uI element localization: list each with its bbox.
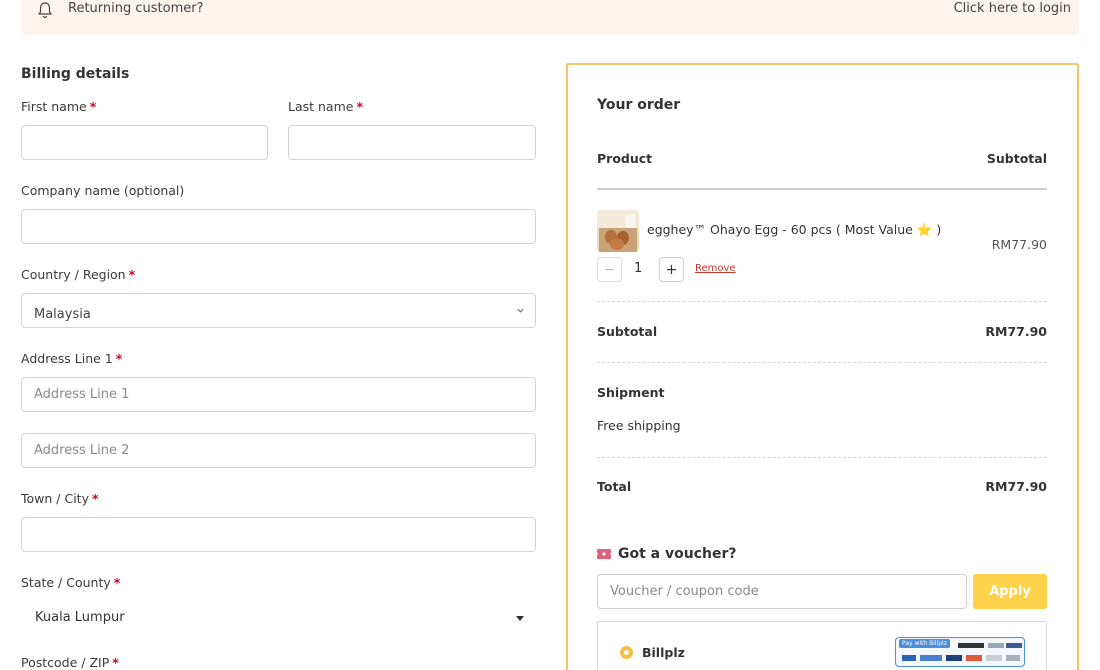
voucher-title: Got a voucher?: [597, 546, 737, 562]
order-title: Your order: [597, 97, 681, 113]
country-label: Country / Region *: [21, 267, 136, 282]
address1-label: Address Line 1 *: [21, 351, 123, 366]
city-label: Town / City *: [21, 491, 99, 506]
product-thumbnail: [597, 210, 639, 252]
bell-icon: [38, 2, 52, 19]
divider: [597, 362, 1047, 363]
product-price: RM77.90: [991, 237, 1047, 252]
state-select[interactable]: Kuala Lumpur: [35, 610, 125, 625]
total-label: Total: [597, 479, 632, 494]
subtotal-value: RM77.90: [985, 324, 1047, 339]
quantity-increase-button[interactable]: +: [659, 257, 684, 282]
divider: [597, 301, 1047, 302]
shipment-value: Free shipping: [597, 418, 681, 433]
chevron-down-icon: [517, 308, 524, 313]
quantity-value: 1: [634, 261, 643, 276]
total-value: RM77.90: [985, 479, 1047, 494]
returning-customer-notice: Returning customer? Click here to login: [21, 0, 1079, 35]
quantity-decrease-button[interactable]: −: [597, 257, 622, 282]
product-column-header: Product: [597, 151, 653, 166]
divider: [597, 457, 1047, 458]
state-label: State / County *: [21, 575, 121, 590]
voucher-input[interactable]: Voucher / coupon code: [597, 574, 967, 609]
dropdown-caret-icon: [516, 616, 524, 621]
company-field[interactable]: [21, 209, 536, 244]
last-name-label: Last name *: [288, 99, 364, 114]
country-select[interactable]: Malaysia: [21, 293, 536, 328]
first-name-field[interactable]: [21, 125, 268, 160]
billplz-logo: Pay with Billplz: [895, 637, 1025, 667]
postcode-label: Postcode / ZIP *: [21, 655, 119, 670]
address1-field[interactable]: Address Line 1: [21, 377, 536, 412]
header-divider: [597, 188, 1047, 190]
payment-method-name: Billplz: [642, 645, 685, 660]
first-name-label: First name *: [21, 99, 97, 114]
apply-voucher-button[interactable]: Apply: [973, 574, 1047, 609]
login-link[interactable]: Click here to login: [954, 1, 1071, 16]
country-value: Malaysia: [34, 307, 91, 322]
city-field[interactable]: [21, 517, 536, 552]
ticket-icon: [597, 549, 611, 559]
product-name: egghey™ Ohayo Egg - 60 pcs ( Most Value …: [647, 222, 942, 237]
payment-radio-selected[interactable]: [620, 646, 633, 659]
address2-field[interactable]: Address Line 2: [21, 433, 536, 468]
billing-details-title: Billing details: [21, 66, 130, 82]
shipment-label: Shipment: [597, 385, 665, 400]
subtotal-column-header: Subtotal: [986, 151, 1047, 166]
subtotal-label: Subtotal: [597, 324, 658, 339]
remove-item-link[interactable]: Remove: [695, 263, 736, 274]
last-name-field[interactable]: [288, 125, 536, 160]
notice-text: Returning customer?: [68, 1, 204, 16]
company-label: Company name (optional): [21, 183, 185, 198]
